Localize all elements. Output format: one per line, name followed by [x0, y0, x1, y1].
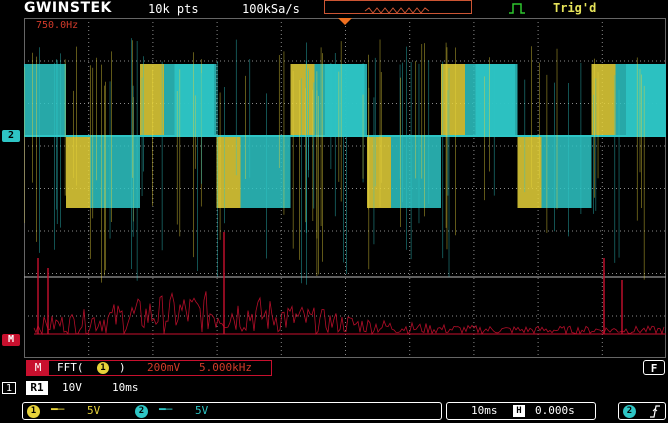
channel1-volts-div: 5V [87, 404, 101, 417]
channel2-ground-marker[interactable]: 2 [2, 130, 20, 142]
reference-row: 1 R1 10V 10ms [0, 380, 668, 396]
rising-edge-trigger-icon [509, 3, 525, 14]
fft-function-close: ) [119, 361, 126, 374]
horizontal-position: 0.000s [535, 404, 575, 417]
brand-logo: GWINSTEK [24, 0, 112, 16]
memory-wave-icon [364, 7, 430, 14]
channel2-volts-div: 5V [195, 404, 209, 417]
ref-time-div: 10ms [112, 381, 139, 394]
rising-slope-icon [650, 405, 660, 418]
dc-coupling-icon: ━─ [51, 403, 65, 416]
math-label: M [27, 361, 49, 375]
timebase-box[interactable]: 10ms H 0.000s [446, 402, 596, 420]
trigger-position-marker [338, 18, 352, 25]
bottom-status-bar: 1 ━─ 5V 2 ━─ 5V 10ms H 0.000s 2 [22, 402, 666, 420]
fft-function: FFT( [57, 361, 84, 374]
record-length: 10k pts [148, 2, 199, 16]
trigger-settings-box[interactable]: 2 [618, 402, 666, 420]
top-status-bar: GWINSTEK 10k pts 100kSa/s Trig'd [0, 0, 668, 18]
function-key[interactable]: F [643, 360, 665, 375]
horizontal-position-icon: H [513, 405, 525, 417]
time-div: 10ms [471, 404, 498, 417]
fft-math-bar[interactable]: M FFT( 1 ) 200mV 5.000kHz [26, 360, 272, 376]
ref-index: 1 [2, 382, 16, 394]
dc-coupling-icon: ━─ [159, 403, 173, 416]
fft-spectrum [33, 291, 665, 336]
trigger-source-icon: 2 [623, 405, 636, 418]
ref-label[interactable]: R1 [26, 381, 48, 395]
fft-source-channel: 1 [97, 362, 109, 374]
channel1-icon: 1 [27, 405, 40, 418]
waveform-canvas [24, 18, 666, 358]
sample-rate: 100kSa/s [242, 2, 300, 16]
waveform-display[interactable] [24, 18, 666, 358]
channel-settings-box[interactable]: 1 ━─ 5V 2 ━─ 5V [22, 402, 442, 420]
ref-volts-div: 10V [62, 381, 82, 394]
channel2-icon: 2 [135, 405, 148, 418]
math-offset-marker[interactable]: M [2, 334, 20, 346]
fft-scale: 200mV [147, 361, 181, 374]
fft-center-frequency: 5.000kHz [199, 361, 252, 374]
trigger-status: Trig'd [553, 1, 597, 15]
memory-position-bar [324, 0, 472, 14]
fft-frequency-readout: 750.0Hz [36, 20, 79, 31]
